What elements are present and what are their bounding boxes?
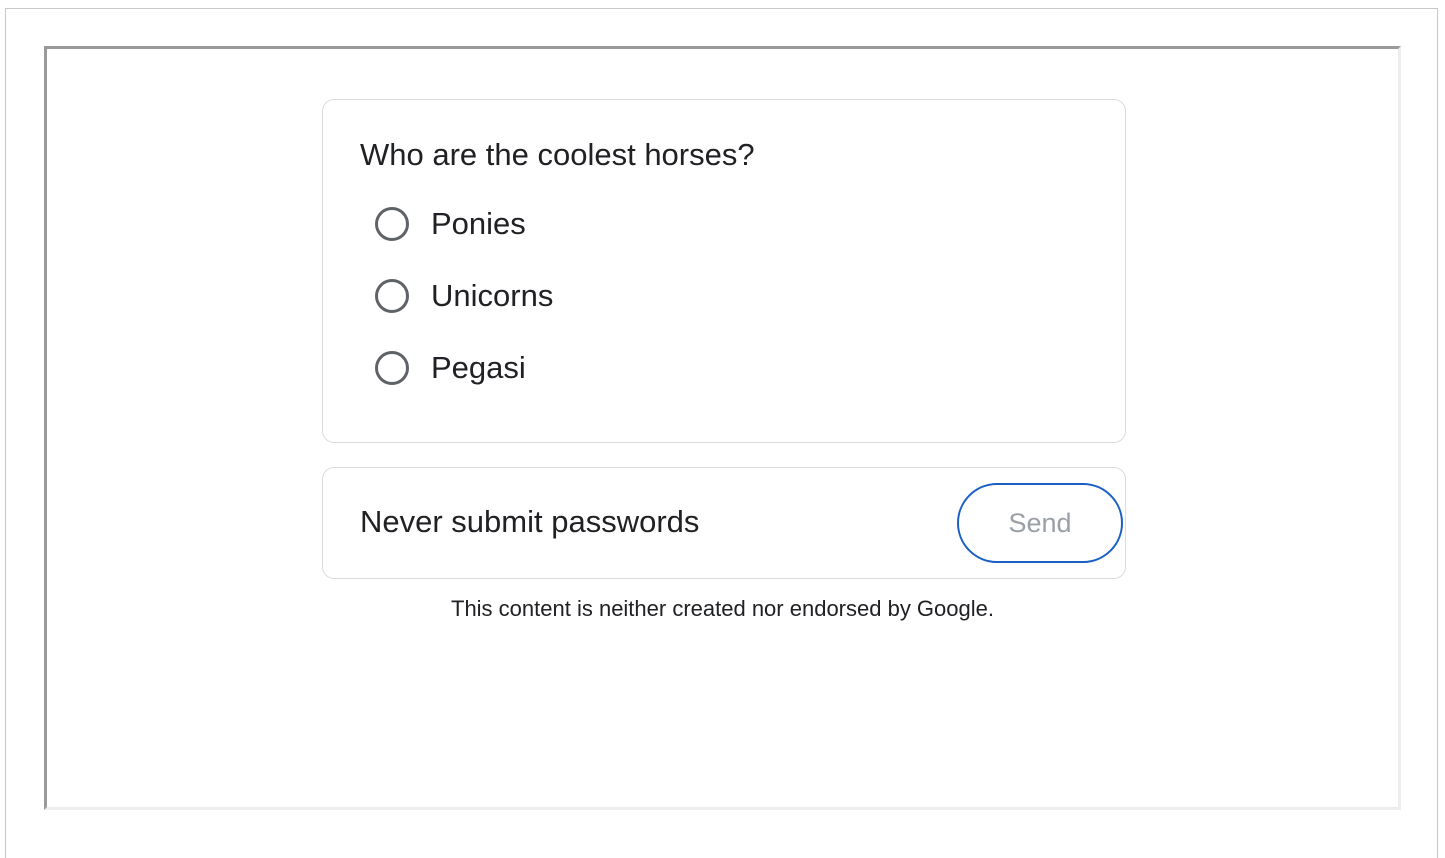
send-button[interactable]: Send [957, 483, 1123, 563]
radio-unchecked-icon[interactable] [375, 351, 409, 385]
radio-unchecked-icon[interactable] [375, 207, 409, 241]
option-label: Pegasi [431, 350, 526, 385]
question-card: Who are the coolest horses? Ponies Unico… [322, 99, 1126, 443]
option-ponies[interactable]: Ponies [375, 202, 526, 246]
submit-card: Never submit passwords Send [322, 467, 1126, 579]
radio-unchecked-icon[interactable] [375, 279, 409, 313]
option-unicorns[interactable]: Unicorns [375, 274, 553, 318]
option-label: Unicorns [431, 278, 554, 313]
password-warning: Never submit passwords [360, 504, 700, 539]
option-pegasi[interactable]: Pegasi [375, 346, 526, 390]
option-label: Ponies [431, 206, 526, 241]
question-title: Who are the coolest horses? [360, 137, 755, 172]
disclaimer-text: This content is neither created nor endo… [451, 596, 994, 621]
